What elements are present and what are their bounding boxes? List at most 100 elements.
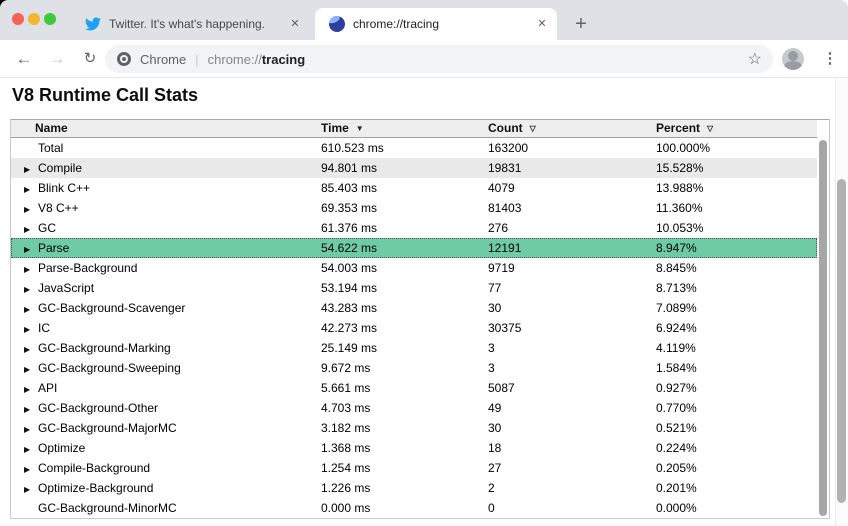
expand-arrow-icon[interactable]: ▶ — [24, 400, 38, 420]
table-row[interactable]: ▶Blink C++85.403 ms407913.988% — [11, 178, 817, 198]
row-name-cell: ▶GC-Background-Marking — [11, 338, 321, 360]
table-row[interactable]: ▶GC-Background-Scavenger43.283 ms307.089… — [11, 298, 817, 318]
twitter-bird-icon — [85, 16, 101, 32]
row-count-cell: 0 — [488, 498, 656, 518]
table-row[interactable]: ▶JavaScript53.194 ms778.713% — [11, 278, 817, 298]
row-time-cell: 69.353 ms — [321, 198, 488, 220]
row-time-cell: 61.376 ms — [321, 218, 488, 240]
column-header-time[interactable]: Time▼ — [321, 120, 488, 137]
row-name-cell: ▶API — [11, 378, 321, 400]
tracing-favicon-icon — [329, 16, 345, 32]
row-percent-cell: 0.000% — [656, 498, 817, 518]
table-row[interactable]: ▶Parse-Background54.003 ms97198.845% — [11, 258, 817, 278]
expand-arrow-icon[interactable]: ▶ — [24, 380, 38, 400]
column-header-name[interactable]: Name — [11, 120, 321, 137]
zoom-window-button[interactable] — [44, 13, 56, 25]
row-percent-cell: 0.521% — [656, 418, 817, 440]
table-row[interactable]: ▶Parse54.622 ms121918.947% — [11, 238, 817, 258]
tab-title: Twitter. It's what's happening. — [109, 17, 286, 31]
window-scrollbar-thumb[interactable] — [837, 179, 846, 503]
expand-arrow-icon[interactable]: ▶ — [24, 340, 38, 360]
minimize-window-button[interactable] — [28, 13, 40, 25]
table-row[interactable]: ▶Compile94.801 ms1983115.528% — [11, 158, 817, 178]
expand-arrow-icon[interactable]: ▶ — [24, 360, 38, 380]
omnibox[interactable]: Chrome | chrome:// tracing ☆ — [105, 45, 773, 73]
table-row[interactable]: GC-Background-MinorMC0.000 ms00.000% — [11, 498, 817, 518]
row-name-cell: ▶IC — [11, 318, 321, 340]
expand-arrow-icon[interactable]: ▶ — [24, 480, 38, 500]
close-window-button[interactable] — [12, 13, 24, 25]
row-count-cell: 81403 — [488, 198, 656, 220]
omnibox-url-scheme: chrome:// — [208, 52, 262, 67]
expand-arrow-icon[interactable]: ▶ — [24, 460, 38, 480]
expand-arrow-icon[interactable]: ▶ — [24, 180, 38, 200]
table-row[interactable]: ▶Optimize-Background1.226 ms20.201% — [11, 478, 817, 498]
table-row[interactable]: ▶Optimize1.368 ms180.224% — [11, 438, 817, 458]
profile-avatar[interactable] — [782, 48, 804, 70]
column-header-count[interactable]: Count▽ — [488, 120, 656, 137]
row-time-cell: 85.403 ms — [321, 178, 488, 200]
new-tab-button[interactable]: + — [568, 12, 594, 38]
row-name-cell: GC-Background-MinorMC — [11, 498, 321, 518]
close-tab-icon[interactable]: ✕ — [533, 15, 551, 33]
table-row[interactable]: ▶GC-Background-Sweeping9.672 ms31.584% — [11, 358, 817, 378]
expand-arrow-icon[interactable]: ▶ — [24, 300, 38, 320]
row-name-cell: ▶GC — [11, 218, 321, 240]
row-percent-cell: 100.000% — [656, 138, 817, 158]
row-name-label: JavaScript — [38, 281, 94, 295]
tab-tracing[interactable]: chrome://tracing ✕ — [315, 8, 557, 40]
expand-arrow-icon[interactable]: ▶ — [24, 220, 38, 240]
row-count-cell: 30 — [488, 298, 656, 320]
row-count-cell: 5087 — [488, 378, 656, 400]
table-row[interactable]: Total610.523 ms163200100.000% — [11, 138, 817, 158]
expand-arrow-icon[interactable]: ▶ — [24, 320, 38, 340]
row-percent-cell: 8.713% — [656, 278, 817, 300]
row-percent-cell: 0.201% — [656, 478, 817, 500]
row-count-cell: 49 — [488, 398, 656, 420]
row-count-cell: 163200 — [488, 138, 656, 158]
runtime-call-stats-table: NameTime▼Count▽Percent▽ Total610.523 ms1… — [10, 119, 830, 519]
expand-arrow-icon[interactable]: ▶ — [24, 280, 38, 300]
tab-twitter[interactable]: Twitter. It's what's happening. ✕ — [70, 8, 310, 40]
table-row[interactable]: ▶API5.661 ms50870.927% — [11, 378, 817, 398]
expand-arrow-icon[interactable]: ▶ — [24, 260, 38, 280]
table-row[interactable]: ▶GC-Background-Marking25.149 ms34.119% — [11, 338, 817, 358]
row-name-label: Optimize — [38, 441, 85, 455]
expand-arrow-icon[interactable]: ▶ — [24, 240, 38, 260]
expand-arrow-icon[interactable]: ▶ — [24, 200, 38, 220]
column-header-percent[interactable]: Percent▽ — [656, 120, 817, 137]
row-percent-cell: 8.947% — [656, 238, 817, 260]
row-name-cell: ▶GC-Background-Scavenger — [11, 298, 321, 320]
table-row[interactable]: ▶GC61.376 ms27610.053% — [11, 218, 817, 238]
table-header-row: NameTime▼Count▽Percent▽ — [11, 120, 817, 138]
window-scrollbar[interactable] — [835, 79, 848, 526]
row-name-cell: ▶Optimize-Background — [11, 478, 321, 500]
table-row[interactable]: ▶V8 C++69.353 ms8140311.360% — [11, 198, 817, 218]
expand-arrow-icon[interactable]: ▶ — [24, 440, 38, 460]
back-button[interactable]: ← — [10, 40, 38, 78]
bookmark-star-icon[interactable]: ☆ — [748, 49, 762, 69]
row-name-label: Blink C++ — [38, 181, 90, 195]
expand-arrow-icon[interactable]: ▶ — [24, 420, 38, 440]
expand-arrow-icon[interactable]: ▶ — [24, 160, 38, 180]
row-name-label: API — [38, 381, 57, 395]
row-name-cell: ▶V8 C++ — [11, 198, 321, 220]
row-percent-cell: 0.224% — [656, 438, 817, 460]
table-row[interactable]: ▶Compile-Background1.254 ms270.205% — [11, 458, 817, 478]
row-name-label: GC-Background-Sweeping — [38, 361, 181, 375]
row-name-cell: ▶Compile-Background — [11, 458, 321, 480]
close-tab-icon[interactable]: ✕ — [286, 15, 304, 33]
table-scrollbar-thumb[interactable] — [819, 140, 827, 516]
table-row[interactable]: ▶IC42.273 ms303756.924% — [11, 318, 817, 338]
table-row[interactable]: ▶GC-Background-MajorMC3.182 ms300.521% — [11, 418, 817, 438]
row-time-cell: 25.149 ms — [321, 338, 488, 360]
row-name-cell: ▶Parse — [11, 238, 321, 260]
row-percent-cell: 13.988% — [656, 178, 817, 200]
row-name-cell: ▶GC-Background-MajorMC — [11, 418, 321, 440]
browser-menu-icon[interactable]: ⋮ — [818, 40, 842, 78]
row-name-cell: ▶GC-Background-Sweeping — [11, 358, 321, 380]
row-count-cell: 9719 — [488, 258, 656, 280]
reload-button[interactable]: ↻ — [76, 40, 104, 78]
table-row[interactable]: ▶GC-Background-Other4.703 ms490.770% — [11, 398, 817, 418]
row-time-cell: 610.523 ms — [321, 138, 488, 158]
